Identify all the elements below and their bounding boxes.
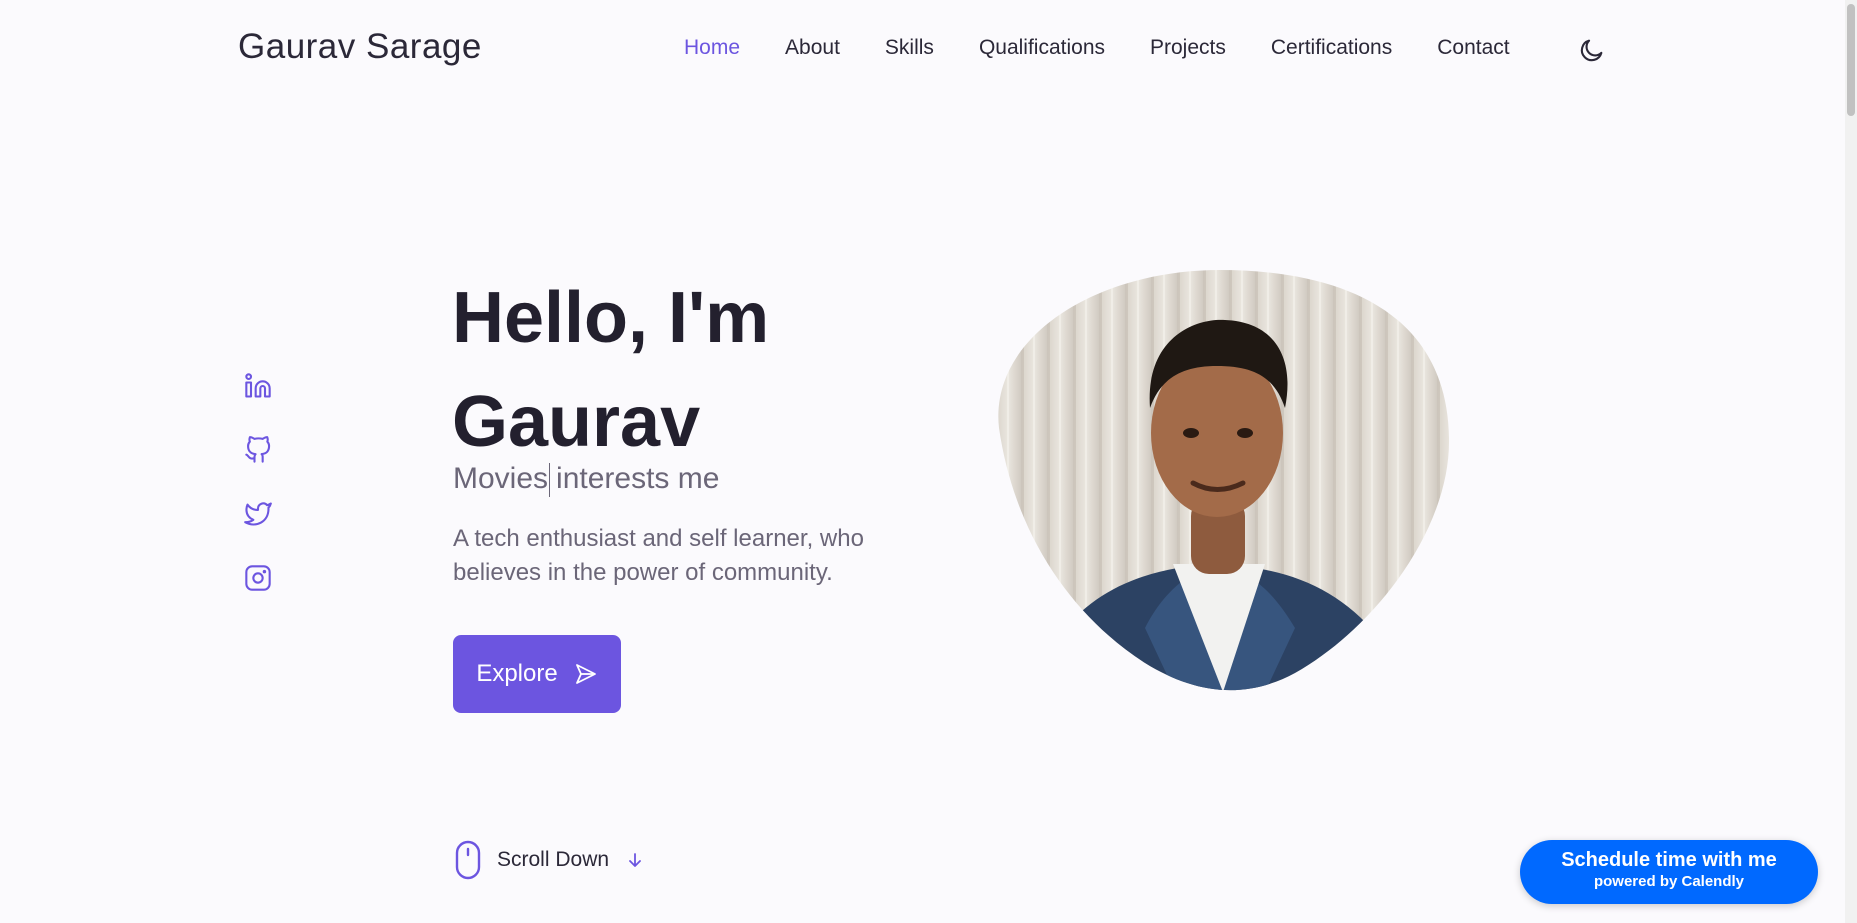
- main-nav: Home About Skills Qualifications Project…: [684, 36, 1555, 60]
- site-header: Gaurav Sarage Home About Skills Qualific…: [0, 0, 1845, 98]
- github-icon[interactable]: [244, 436, 272, 464]
- calendly-subtitle: powered by Calendly: [1593, 873, 1745, 890]
- page-scrollbar[interactable]: [1845, 0, 1857, 923]
- nav-skills[interactable]: Skills: [885, 36, 934, 60]
- calendly-badge[interactable]: Schedule time with me powered by Calendl…: [1520, 840, 1818, 904]
- explore-label: Explore: [476, 660, 558, 687]
- moon-icon[interactable]: [1578, 36, 1606, 64]
- mouse-icon: [455, 840, 481, 880]
- twitter-icon[interactable]: [244, 500, 272, 528]
- nav-home[interactable]: Home: [684, 36, 740, 60]
- profile-photo: [995, 268, 1450, 692]
- explore-button[interactable]: Explore: [453, 635, 621, 713]
- nav-projects[interactable]: Projects: [1150, 36, 1226, 60]
- instagram-icon[interactable]: [244, 564, 272, 592]
- send-icon: [575, 664, 596, 684]
- typed-subtitle: Movies interests me: [453, 462, 720, 498]
- hero-title-line1: Hello, I'm: [452, 278, 770, 358]
- nav-certifications[interactable]: Certifications: [1271, 36, 1392, 60]
- nav-contact[interactable]: Contact: [1437, 36, 1509, 60]
- arrow-down-icon: [629, 853, 641, 867]
- scroll-down-link[interactable]: Scroll Down: [455, 840, 643, 880]
- scrollbar-thumb[interactable]: [1847, 4, 1855, 116]
- typing-cursor: [549, 463, 551, 498]
- hero-description: A tech enthusiast and self learner, who …: [453, 525, 864, 586]
- linkedin-icon[interactable]: [244, 372, 272, 400]
- scroll-down-label: Scroll Down: [497, 848, 610, 871]
- hero-title-line2: Gaurav: [452, 382, 701, 462]
- site-logo[interactable]: Gaurav Sarage: [238, 27, 482, 67]
- social-links: [244, 372, 272, 628]
- typed-suffix: interests me: [556, 462, 720, 495]
- nav-about[interactable]: About: [785, 36, 840, 60]
- calendly-title: Schedule time with me: [1561, 849, 1777, 871]
- typed-word: Movies: [453, 462, 549, 495]
- hero-title: Hello, I'm Gaurav: [452, 266, 769, 474]
- nav-qualifications[interactable]: Qualifications: [979, 36, 1105, 60]
